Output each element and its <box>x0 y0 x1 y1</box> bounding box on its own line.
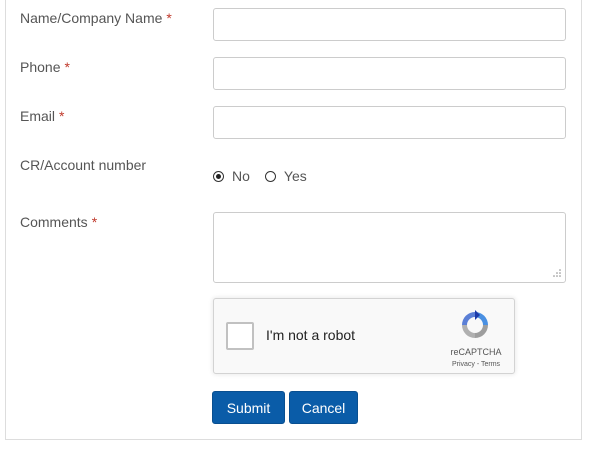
radio-selected-dot <box>216 173 221 179</box>
phone-input[interactable] <box>213 57 566 90</box>
name-label: Name/Company Name * <box>20 10 172 26</box>
comments-label: Comments * <box>20 214 97 230</box>
account-label: CR/Account number <box>20 157 146 173</box>
required-marker: * <box>91 214 98 230</box>
account-radio-group: No Yes <box>213 167 322 185</box>
recaptcha-links[interactable]: Privacy - Terms <box>438 361 514 368</box>
name-label-text: Name/Company Name <box>20 10 163 26</box>
name-input[interactable] <box>213 8 566 41</box>
comments-textarea[interactable] <box>213 212 566 283</box>
required-marker: * <box>59 108 65 124</box>
email-label: Email * <box>20 108 64 124</box>
resize-grip-icon[interactable] <box>552 268 562 278</box>
account-label-text: CR/Account number <box>20 157 147 173</box>
email-label-text: Email <box>20 108 56 124</box>
cancel-button[interactable]: Cancel <box>289 391 358 424</box>
recaptcha-label: I'm not a robot <box>266 327 356 343</box>
radio-no[interactable] <box>213 170 224 182</box>
required-marker: * <box>166 10 172 26</box>
email-input[interactable] <box>213 106 566 139</box>
radio-no-label[interactable]: No <box>232 168 250 184</box>
required-marker: * <box>64 59 70 75</box>
recaptcha-checkbox[interactable] <box>226 322 254 350</box>
recaptcha-logo-svg <box>462 310 488 338</box>
phone-label: Phone * <box>20 59 70 75</box>
submit-button[interactable]: Submit <box>212 391 285 424</box>
phone-label-text: Phone <box>20 59 61 75</box>
resize-grip-svg <box>553 269 561 277</box>
comments-label-text: Comments <box>20 214 88 230</box>
recaptcha-logo-icon <box>458 308 492 342</box>
radio-yes[interactable] <box>264 170 276 182</box>
recaptcha-brand: reCAPTCHA <box>450 347 502 357</box>
recaptcha-widget: I'm not a robot reCAPTCHA Privacy - Term… <box>213 298 515 374</box>
radio-yes-label[interactable]: Yes <box>284 168 307 184</box>
